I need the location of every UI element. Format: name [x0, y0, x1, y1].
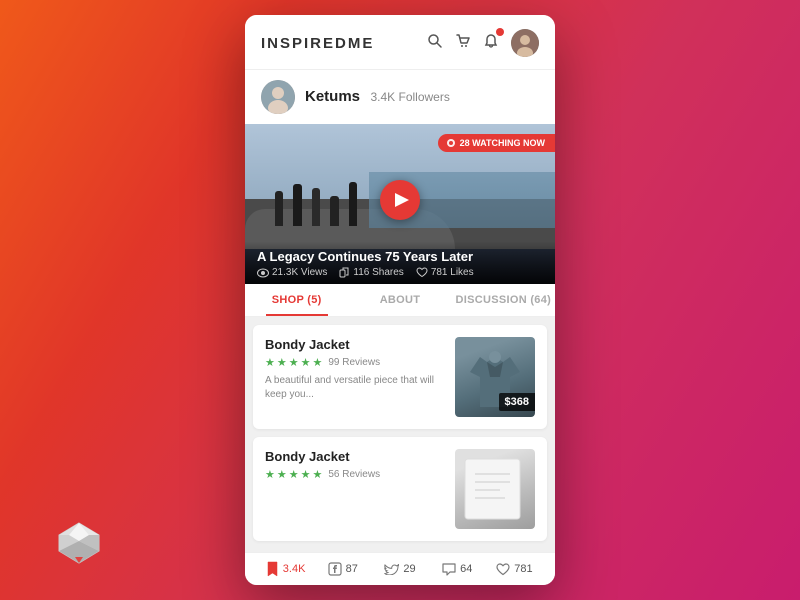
video-stats: 21.3K Views 116 Shares 781 Likes — [257, 267, 543, 278]
video-shares: 116 Shares — [339, 267, 403, 278]
reviews-count: 99 Reviews — [328, 357, 380, 368]
video-views: 21.3K Views — [257, 267, 327, 278]
product-info: Bondy Jacket ★ ★ ★ ★ ★ 99 Reviews A beau… — [265, 337, 443, 417]
twitter-icon — [384, 563, 399, 575]
product-price: $368 — [499, 393, 535, 411]
comment-icon — [442, 563, 456, 576]
user-avatar[interactable] — [261, 80, 295, 114]
product-name-2: Bondy Jacket — [265, 449, 443, 464]
product-list: Bondy Jacket ★ ★ ★ ★ ★ 99 Reviews A beau… — [245, 317, 555, 552]
product-card-2[interactable]: Bondy Jacket ★ ★ ★ ★ ★ 56 Reviews — [253, 437, 547, 541]
app-card: INSPIREDME — [245, 15, 555, 585]
play-button[interactable] — [380, 180, 420, 220]
notif-badge — [496, 28, 504, 36]
tab-about[interactable]: ABOUT — [348, 284, 451, 316]
bookmark-icon — [266, 561, 279, 577]
facebook-icon — [328, 562, 342, 576]
user-info: Ketums 3.4K Followers — [305, 88, 450, 106]
heart-icon — [496, 563, 510, 576]
product-image-2 — [455, 449, 535, 529]
bottom-facebook[interactable]: 87 — [314, 562, 371, 576]
user-row: Ketums 3.4K Followers — [245, 70, 555, 124]
header-avatar[interactable] — [511, 29, 539, 57]
watching-badge: 28 WATCHING NOW — [438, 134, 555, 152]
product-name: Bondy Jacket — [265, 337, 443, 352]
tab-discussion[interactable]: DISCUSSION (64) — [452, 284, 555, 316]
gem-icon — [55, 519, 103, 572]
product-image-wrap: $368 — [455, 337, 535, 417]
search-icon[interactable] — [427, 33, 443, 54]
bottom-twitter[interactable]: 29 — [371, 563, 428, 575]
video-overlay: A Legacy Continues 75 Years Later 21.3K … — [245, 241, 555, 284]
product-image-wrap-2 — [455, 449, 535, 529]
bottom-bar: 3.4K 87 29 64 781 — [245, 552, 555, 585]
cart-icon[interactable] — [455, 33, 471, 54]
notification-icon[interactable] — [483, 33, 499, 54]
product-stars-2: ★ ★ ★ ★ ★ 56 Reviews — [265, 468, 443, 481]
tabs: SHOP (5) ABOUT DISCUSSION (64) — [245, 284, 555, 317]
video-area: 28 WATCHING NOW A Legacy Continues 75 Ye… — [245, 124, 555, 284]
reviews-count-2: 56 Reviews — [328, 469, 380, 480]
product-info-2: Bondy Jacket ★ ★ ★ ★ ★ 56 Reviews — [265, 449, 443, 529]
video-title: A Legacy Continues 75 Years Later — [257, 249, 543, 264]
bottom-comments[interactable]: 64 — [429, 563, 486, 576]
app-header: INSPIREDME — [245, 15, 555, 70]
bottom-saves[interactable]: 3.4K — [257, 561, 314, 577]
bottom-likes[interactable]: 781 — [486, 563, 543, 576]
app-logo: INSPIREDME — [261, 35, 374, 52]
tab-shop[interactable]: SHOP (5) — [245, 284, 348, 316]
product-stars: ★ ★ ★ ★ ★ 99 Reviews — [265, 356, 443, 369]
product-desc: A beautiful and versatile piece that wil… — [265, 374, 443, 402]
video-likes: 781 Likes — [416, 267, 474, 278]
user-followers: 3.4K Followers — [370, 90, 449, 104]
user-name: Ketums — [305, 88, 360, 105]
product-card[interactable]: Bondy Jacket ★ ★ ★ ★ ★ 99 Reviews A beau… — [253, 325, 547, 429]
header-icons — [427, 29, 539, 57]
